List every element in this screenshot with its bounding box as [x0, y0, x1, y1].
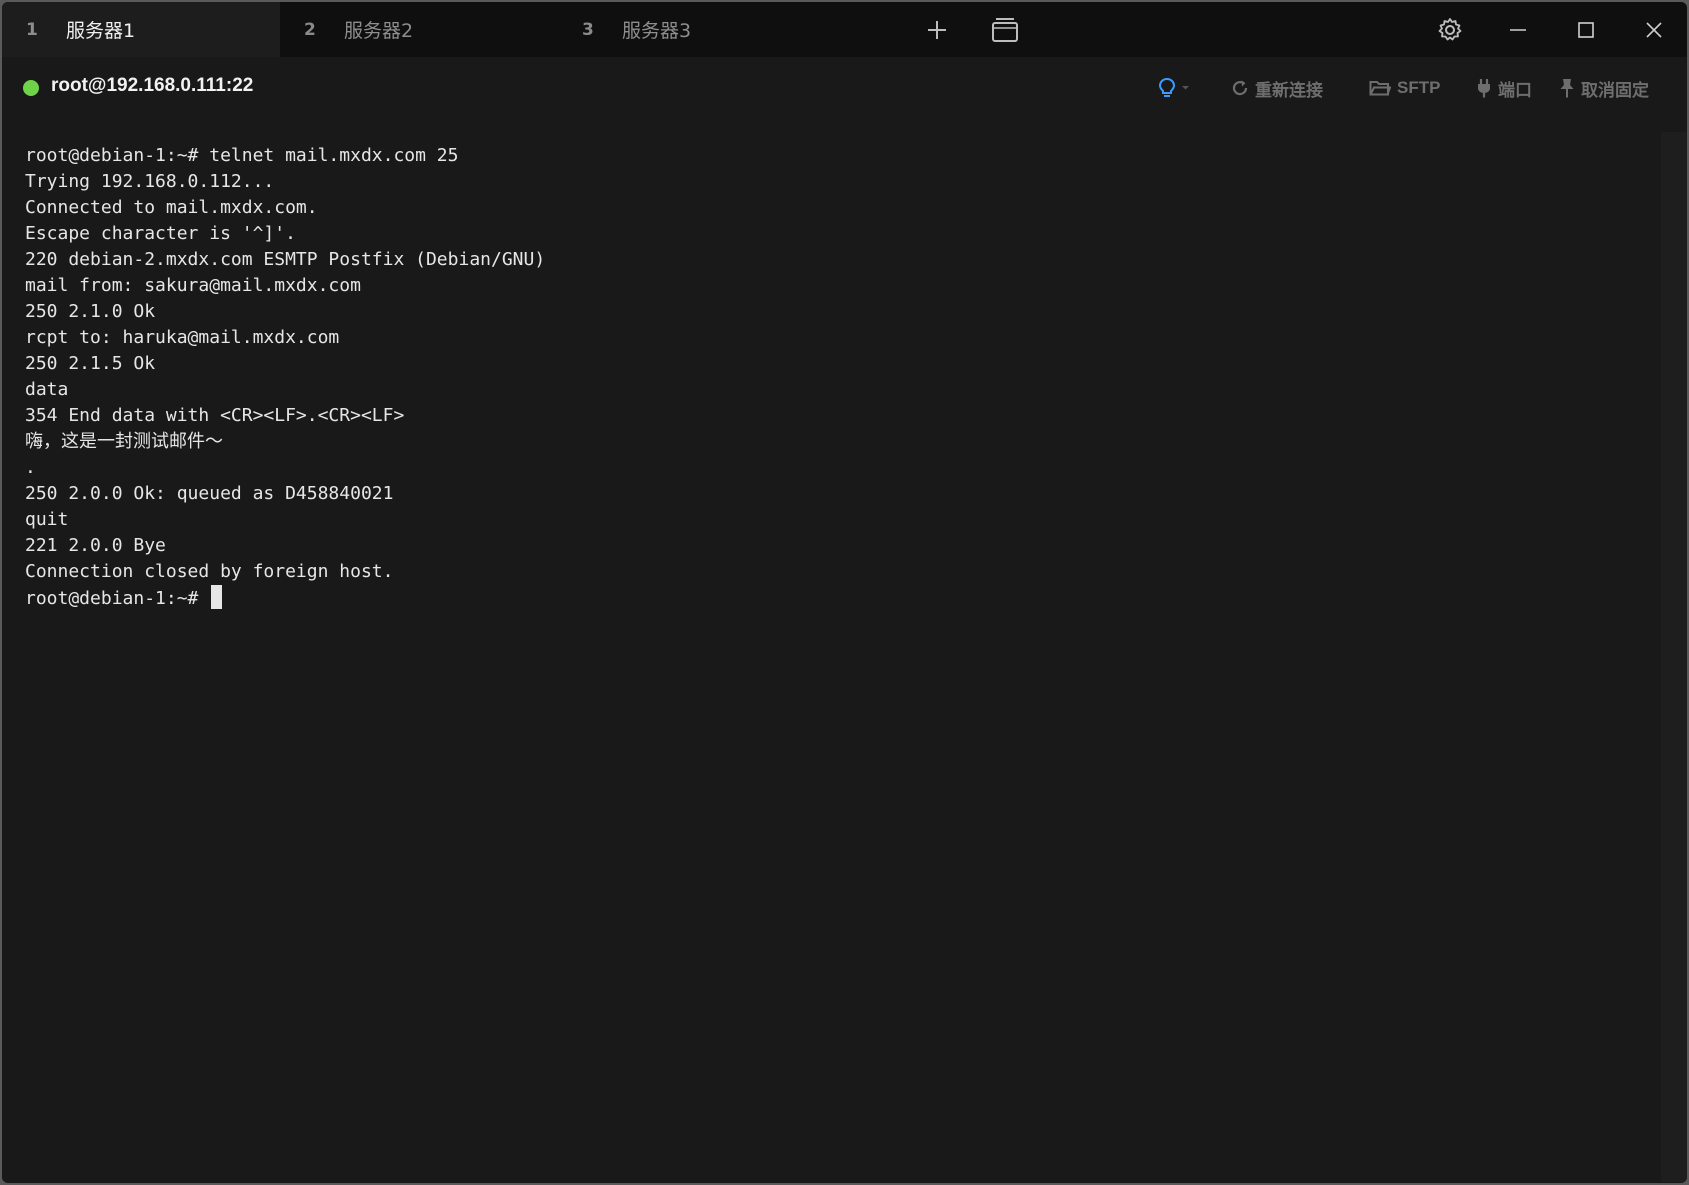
terminal-output-area[interactable]: root@debian-1:~# telnet mail.mxdx.com 25… [2, 121, 1652, 1181]
sftp-button[interactable]: SFTP [1369, 75, 1440, 101]
tab-label: 服务器2 [344, 20, 414, 42]
unpin-label: 取消固定 [1581, 80, 1649, 100]
tab-number: 2 [304, 19, 316, 40]
tab-bar: 1 服务器1 2 服务器2 3 服务器3 [2, 2, 1687, 57]
sftp-label: SFTP [1397, 78, 1441, 97]
tab-label: 服务器1 [66, 20, 136, 42]
gear-icon [1438, 18, 1462, 41]
window-stack-icon [992, 18, 1018, 42]
terminal-line: quit [25, 509, 69, 530]
plus-icon [928, 21, 946, 39]
terminal-line: 221 2.0.0 Bye [25, 535, 166, 556]
pin-icon [1560, 79, 1574, 98]
terminal-line: Trying 192.168.0.112... [25, 171, 275, 192]
terminal-line: data [25, 379, 69, 400]
close-icon [1646, 22, 1662, 38]
plug-icon [1478, 79, 1490, 98]
terminal-line: 250 2.1.0 Ok [25, 301, 156, 322]
terminal-window: 1 服务器1 2 服务器2 3 服务器3 root@192.168.0.111:… [2, 2, 1687, 1183]
hint-button[interactable] [1157, 75, 1193, 101]
port-label: 端口 [1498, 80, 1532, 100]
terminal-lines: root@debian-1:~# telnet mail.mxdx.com 25… [25, 143, 545, 611]
tab-server-1[interactable]: 1 服务器1 [2, 2, 280, 57]
tab-server-3[interactable]: 3 服务器3 [558, 2, 836, 57]
text-cursor [211, 585, 223, 609]
tab-server-2[interactable]: 2 服务器2 [280, 2, 558, 57]
terminal-line: root@debian-1:~# telnet mail.mxdx.com 25 [25, 145, 459, 166]
terminal-line: Connected to mail.mxdx.com. [25, 197, 318, 218]
port-button[interactable]: 端口 [1476, 75, 1532, 101]
terminal-line: Connection closed by foreign host. [25, 561, 394, 582]
tab-number: 3 [582, 19, 594, 40]
terminal-line: 250 2.1.5 Ok [25, 353, 156, 374]
unpin-button[interactable]: 取消固定 [1559, 75, 1649, 101]
reconnect-button[interactable]: 重新连接 [1231, 75, 1323, 101]
session-host: root@192.168.0.111:22 [51, 75, 254, 96]
lightbulb-icon [1158, 77, 1189, 97]
terminal-line: mail from: sakura@mail.mxdx.com [25, 275, 361, 296]
settings-button[interactable] [1432, 12, 1468, 48]
reconnect-label: 重新连接 [1255, 80, 1323, 100]
terminal-line: 嗨，这是一封测试邮件～ [25, 431, 223, 452]
maximize-icon [1578, 22, 1594, 38]
terminal-prompt-line[interactable]: root@debian-1:~# [25, 585, 545, 611]
minimize-icon [1510, 29, 1526, 31]
terminal-line: Escape character is '^]'. [25, 223, 296, 244]
terminal-line: rcpt to: haruka@mail.mxdx.com [25, 327, 340, 348]
refresh-icon [1232, 80, 1248, 96]
terminal-line: 220 debian-2.mxdx.com ESMTP Postfix (Deb… [25, 249, 546, 270]
close-button[interactable] [1636, 12, 1672, 48]
terminal-line: . [25, 457, 36, 478]
terminal-line: 250 2.0.0 Ok: queued as D458840021 [25, 483, 394, 504]
tabs-overview-button[interactable] [987, 12, 1023, 48]
session-header: root@192.168.0.111:22 重新连接 SFTP 端口 取消固定 [2, 57, 1687, 121]
terminal-line: 354 End data with <CR><LF>.<CR><LF> [25, 405, 405, 426]
terminal-prompt: root@debian-1:~# [25, 588, 210, 609]
new-tab-button[interactable] [919, 12, 955, 48]
tab-label: 服务器3 [622, 20, 692, 42]
folder-icon [1369, 81, 1391, 96]
tab-number: 1 [26, 19, 38, 40]
terminal-scrollbar[interactable] [1661, 132, 1687, 1182]
maximize-button[interactable] [1568, 12, 1604, 48]
connection-status-dot [23, 80, 39, 96]
minimize-button[interactable] [1500, 12, 1536, 48]
